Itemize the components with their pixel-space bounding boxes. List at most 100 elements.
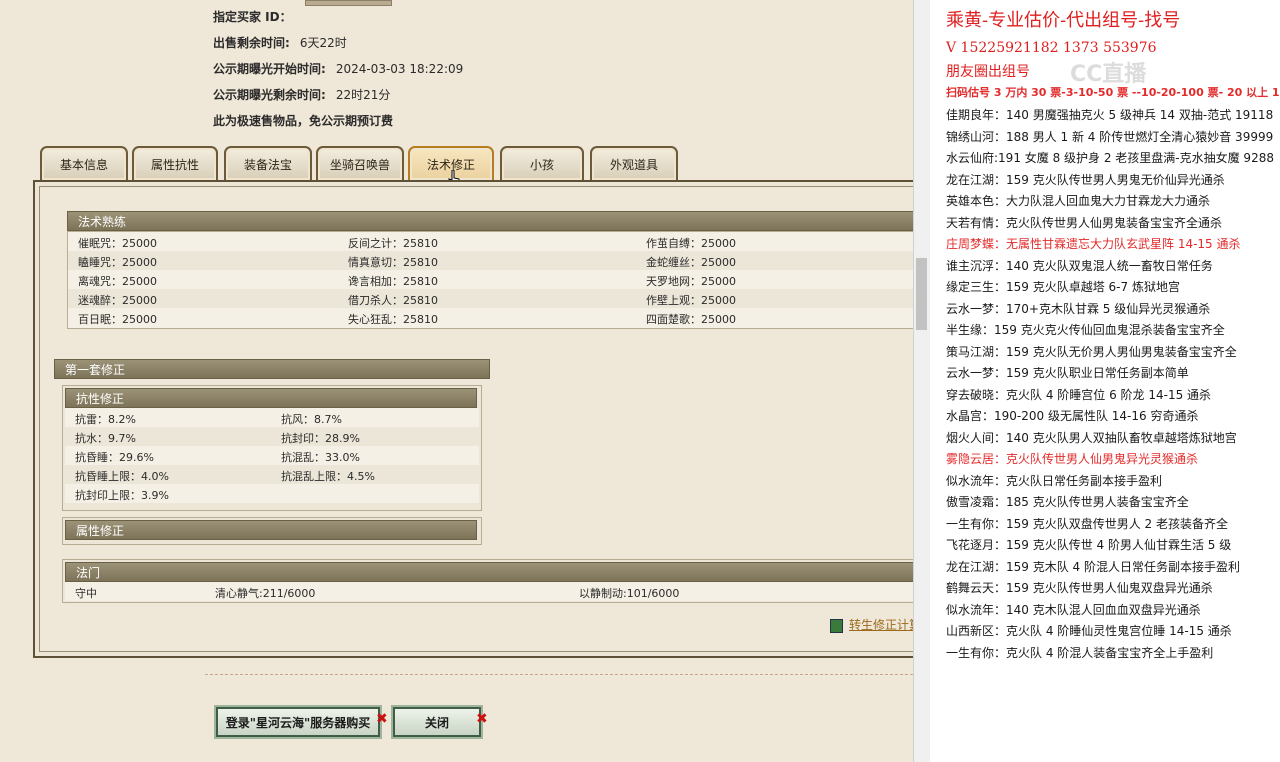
info-publicity-remaining: 公示期曝光剩余时间: 22时21分 xyxy=(213,88,391,102)
resist-value: 抗昏睡上限：4.0% xyxy=(75,470,169,483)
resist-value: 抗昏睡：29.6% xyxy=(75,451,154,464)
resist-value: 抗封印上限：3.9% xyxy=(75,489,169,502)
overlay-line: 佳期良年：140 男魔强抽克火 5 级神兵 14 双抽-范式 19118 xyxy=(946,108,1274,122)
overlay-title: 乘黄-专业估价-代出组号-找号 xyxy=(946,10,1181,31)
overlay-subtitle: 朋友圈出组号 xyxy=(946,64,1030,80)
top-button-edge[interactable] xyxy=(305,0,392,6)
spell-value: 天罗地网：25000 xyxy=(646,275,736,288)
spell-value: 作壁上观：25000 xyxy=(646,294,736,307)
famen-value: 清心静气:211/6000 xyxy=(215,587,316,600)
info-fast-sale-note: 此为极速售物品，免公示期预订费 xyxy=(213,114,394,128)
section-title: 属性修正 xyxy=(76,524,125,538)
tab-label: 外观道具 xyxy=(609,157,658,172)
overlay-line: 策马江湖：159 克火队无价男人男仙男鬼装备宝宝齐全 xyxy=(946,344,1237,359)
tab-child[interactable]: 小孩 xyxy=(500,146,584,180)
resist-value: 抗水：9.7% xyxy=(75,432,136,445)
overlay-line: 庄周梦蝶：无属性甘霖遗忘大力队玄武星阵 14-15 通杀 xyxy=(946,237,1241,251)
scrollbar-thumb[interactable] xyxy=(916,258,927,330)
overlay-line: 水云仙府:191 女魔 8 级护身 2 老孩里盘满-克水抽女魔 9288 xyxy=(946,151,1274,165)
overlay-line: 锦绣山河：188 男人 1 新 4 阶传世燃灯全清心猿妙音 39999 xyxy=(946,129,1274,144)
overlay-line: 雾隐云居：克火队传世男人仙男鬼异光灵猴通杀 xyxy=(946,452,1199,466)
resist-value: 抗封印：28.9% xyxy=(281,432,360,445)
overlay-line: 烟火人间：140 克火队男人双抽队畜牧卓越塔炼狱地宫 xyxy=(946,430,1237,445)
resist-box: 抗性修正 抗雷：8.2% 抗风：8.7% 抗水：9.7% 抗封印：28.9% 抗… xyxy=(62,385,482,511)
overlay-line: 英雄本色：大力队混人回血鬼大力甘霖龙大力通杀 xyxy=(946,194,1211,208)
resist-value: 抗混乱：33.0% xyxy=(281,451,360,464)
overlay-line: 天若有情：克火队传世男人仙男鬼装备宝宝齐全通杀 xyxy=(946,215,1223,230)
spell-value: 百日眠：25000 xyxy=(78,313,157,326)
close-x-icon: ✖ xyxy=(376,711,388,727)
login-buy-button[interactable]: 登录"星河云海"服务器购买 xyxy=(216,707,380,737)
resist-header: 抗性修正 xyxy=(65,388,477,408)
spell-value: 金蛇缠丝：25000 xyxy=(646,256,736,269)
spell-section-header: 法术熟练 xyxy=(67,211,916,231)
section-title: 抗性修正 xyxy=(76,392,125,406)
close-button[interactable]: 关闭 xyxy=(393,707,481,737)
overlay-line: 水晶宫：190-200 级无属性队 14-16 穷奇通杀 xyxy=(946,409,1199,423)
overlay-line: 半生缘：159 克火克火传仙回血鬼混杀装备宝宝齐全 xyxy=(946,323,1225,337)
overlay-line: 龙在江湖：159 克木队 4 阶混人日常任务副本接手盈利 xyxy=(946,559,1240,574)
tab-label: 小孩 xyxy=(529,157,554,172)
button-label: 登录"星河云海"服务器购买 xyxy=(225,715,371,730)
famen-header: 法门 xyxy=(65,562,917,582)
overlay-scan-line: 扫码估号 3 万内 30 票-3-10-50 票 --10-20-100 票- … xyxy=(946,86,1280,99)
overlay-line: 似水流年：克火队日常任务副本接手盈利 xyxy=(946,473,1163,488)
spell-value: 反间之计：25810 xyxy=(348,237,438,250)
attr-header: 属性修正 xyxy=(65,520,477,540)
overlay-line: 一生有你：159 克火队双盘传世男人 2 老孩装备齐全 xyxy=(946,516,1228,531)
calculator-icon xyxy=(830,618,843,633)
resist-value: 抗混乱上限：4.5% xyxy=(281,470,375,483)
overlay-text-panel: 乘黄-专业估价-代出组号-找号 V 15225921182 1373 55397… xyxy=(930,0,1280,762)
overlay-line: 一生有你：克火队 4 阶混人装备宝宝齐全上手盈利 xyxy=(946,645,1214,660)
overlay-line: 鹤舞云天：159 克火队传世男人仙鬼双盘异光通杀 xyxy=(946,581,1213,595)
spell-value: 四面楚歌：25000 xyxy=(646,313,736,326)
tab-label: 属性抗性 xyxy=(150,157,199,172)
overlay-line: 飞花逐月：159 克火队传世 4 阶男人仙甘霖生活 5 级 xyxy=(946,538,1232,552)
tab-appearance[interactable]: 外观道具 xyxy=(590,146,678,180)
spell-value: 借刀杀人：25810 xyxy=(348,294,438,307)
overlay-line: 缘定三生：159 克火队卓越塔 6-7 炼狱地宫 xyxy=(946,280,1180,294)
famen-value: 以静制动:101/6000 xyxy=(579,587,680,600)
section-title: 法术熟练 xyxy=(78,215,127,229)
overlay-line: 云水一梦：159 克火队职业日常任务副本简单 xyxy=(946,366,1189,380)
tab-equipment[interactable]: 装备法宝 xyxy=(224,146,312,180)
overlay-line: 云水一梦：170+克木队甘霖 5 级仙异光灵猴通杀 xyxy=(946,301,1211,316)
overlay-line: 龙在江湖：159 克火队传世男人男鬼无价仙异光通杀 xyxy=(946,172,1225,187)
spell-value: 谗言相加：25810 xyxy=(348,275,438,288)
famen-box: 法门 守中 清心静气:211/6000 以静制动:101/6000 xyxy=(62,559,918,603)
content-panel: 法术熟练 催眠咒：25000 反间之计：25810 作茧自缚：25000 瞌睡咒… xyxy=(33,180,918,658)
tab-mount-pet[interactable]: 坐骑召唤兽 xyxy=(316,146,404,180)
close-x-icon: ✖ xyxy=(476,711,488,727)
spell-value: 作茧自缚：25000 xyxy=(646,237,736,250)
spell-value: 失心狂乱：25810 xyxy=(348,313,438,326)
info-buyer-id: 指定买家 ID： xyxy=(213,10,292,24)
resist-value: 抗风：8.7% xyxy=(281,413,342,426)
resist-value: 抗雷：8.2% xyxy=(75,413,136,426)
game-window: 指定买家 ID： 出售剩余时间: 6天22时 公示期曝光开始时间: 2024-03-… xyxy=(0,0,921,762)
overlay-line: 山西新区：克火队 4 阶睡仙灵性鬼宫位睡 14-15 通杀 xyxy=(946,624,1232,638)
divider xyxy=(205,674,913,675)
info-remaining-time: 出售剩余时间: 6天22时 xyxy=(213,36,347,50)
calc-link-label: 转生修正计算 xyxy=(849,618,922,632)
overlay-line: 似水流年：140 克木队混人回血血双盘异光通杀 xyxy=(946,602,1201,617)
rebirth-calc-link[interactable]: 转生修正计算 xyxy=(830,616,921,633)
overlay-phone: V 15225921182 1373 553976 xyxy=(946,40,1157,56)
overlay-line: 傲雪凌霜：185 克火队传世男人装备宝宝齐全 xyxy=(946,495,1189,509)
spell-grid: 催眠咒：25000 反间之计：25810 作茧自缚：25000 瞌睡咒：2500… xyxy=(67,231,918,329)
tab-attr-resist[interactable]: 属性抗性 xyxy=(132,146,218,180)
spell-value: 瞌睡咒：25000 xyxy=(78,256,157,269)
famen-value: 守中 xyxy=(75,587,97,600)
info-publicity-start: 公示期曝光开始时间: 2024-03-03 18:22:09 xyxy=(213,62,464,76)
section-title: 法门 xyxy=(76,566,101,580)
spell-value: 离魂咒：25000 xyxy=(78,275,157,288)
set1-header: 第一套修正 xyxy=(54,359,490,379)
spell-value: 催眠咒：25000 xyxy=(78,237,157,250)
tab-basic-info[interactable]: 基本信息 xyxy=(40,146,128,180)
spell-value: 情真意切：25810 xyxy=(348,256,438,269)
attr-box: 属性修正 xyxy=(62,517,482,545)
spell-value: 迷魂醉：25000 xyxy=(78,294,157,307)
content-panel-inner: 法术熟练 催眠咒：25000 反间之计：25810 作茧自缚：25000 瞌睡咒… xyxy=(39,186,918,652)
tab-label: 装备法宝 xyxy=(243,157,292,172)
tab-label: 基本信息 xyxy=(59,157,108,172)
vertical-scrollbar[interactable] xyxy=(913,0,930,762)
